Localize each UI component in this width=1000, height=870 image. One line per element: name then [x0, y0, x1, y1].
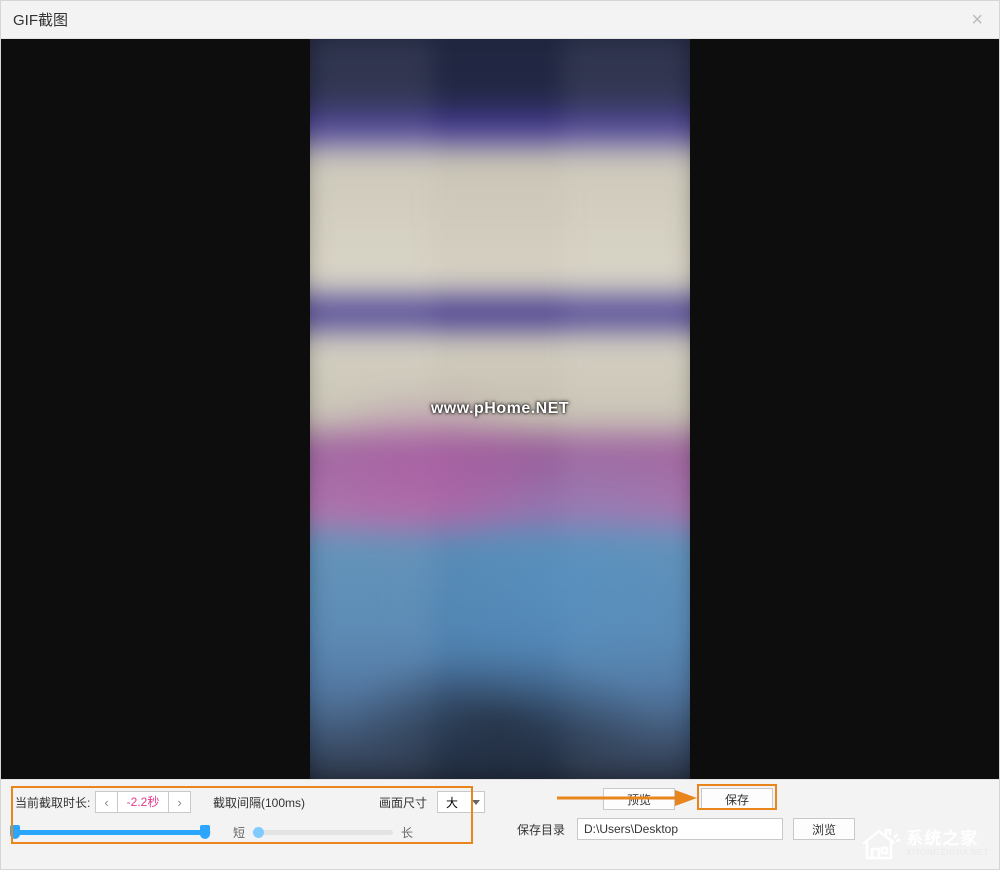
gif-capture-window: GIF截图 × www.pHome.NET 当前截取时长: ‹ -2.2秒 › … — [0, 0, 1000, 870]
chevron-right-icon: › — [177, 795, 181, 810]
chevron-left-icon: ‹ — [104, 795, 108, 810]
interval-short-label: 短 — [233, 824, 245, 841]
duration-decrease-button[interactable]: ‹ — [95, 791, 117, 813]
preview-image: www.pHome.NET — [310, 39, 690, 779]
chevron-down-icon — [472, 800, 480, 805]
duration-stepper: ‹ -2.2秒 › — [95, 791, 191, 813]
browse-button[interactable]: 浏览 — [793, 818, 855, 840]
size-select[interactable]: 大 — [437, 791, 485, 813]
save-button[interactable]: 保存 — [701, 788, 773, 810]
preview-button[interactable]: 预览 — [603, 788, 675, 810]
close-icon[interactable]: × — [967, 10, 987, 30]
interval-long-label: 长 — [401, 824, 413, 841]
window-title: GIF截图 — [13, 9, 68, 30]
controls-row-1: 当前截取时长: ‹ -2.2秒 › 截取间隔(100ms) 画面尺寸 大 — [15, 791, 985, 813]
size-value: 大 — [446, 794, 458, 811]
save-path-field[interactable]: D:\Users\Desktop — [577, 818, 783, 840]
preview-area: www.pHome.NET — [1, 39, 999, 779]
controls-panel: 当前截取时长: ‹ -2.2秒 › 截取间隔(100ms) 画面尺寸 大 预览 … — [1, 779, 999, 869]
watermark-text: www.pHome.NET — [431, 400, 569, 418]
duration-value: -2.2秒 — [117, 791, 169, 813]
interval-label: 截取间隔(100ms) — [213, 794, 305, 811]
duration-increase-button[interactable]: › — [169, 791, 191, 813]
savedir-label: 保存目录 — [517, 821, 565, 838]
titlebar: GIF截图 × — [1, 1, 999, 39]
duration-slider[interactable] — [15, 823, 211, 841]
size-label: 画面尺寸 — [379, 794, 427, 811]
duration-label: 当前截取时长: — [15, 794, 95, 811]
interval-slider[interactable] — [253, 823, 393, 841]
site-logo-en: XITONGZHIJIA.NET — [906, 849, 989, 858]
